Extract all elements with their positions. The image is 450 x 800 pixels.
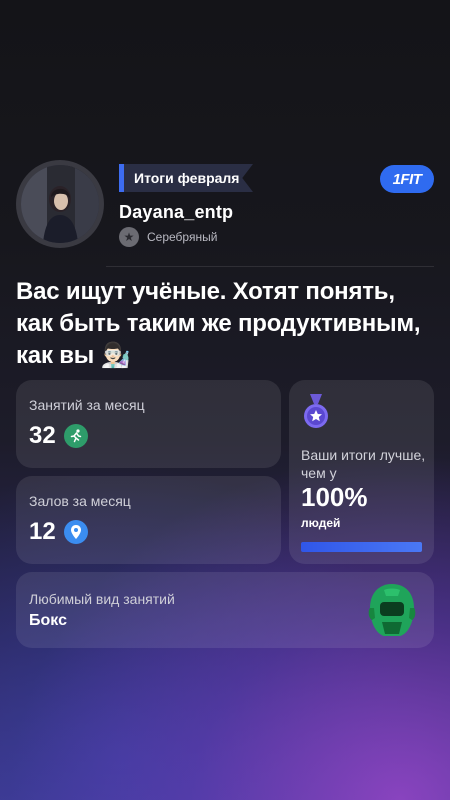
map-pin-icon [63,520,88,544]
results-progress-bar [301,542,422,552]
sessions-value-row: 32 [29,422,88,450]
star-badge-icon [304,394,328,428]
gyms-value: 12 [29,518,56,545]
results-people: людей [301,516,341,530]
gyms-card: Залов за месяц 12 [16,476,281,564]
boxing-helmet-icon [368,584,416,636]
divider [106,266,434,267]
favorite-activity-card: Любимый вид занятий Бокс [16,572,434,648]
avatar[interactable] [16,160,104,248]
username: Dayana_entp [119,202,234,222]
results-card: Ваши итоги лучше, чем у 100% людей [289,380,434,564]
gyms-value-row: 12 [29,518,88,546]
rank-badge: ★ Серебряный [119,227,217,247]
favorite-value: Бокс [29,612,67,629]
star-icon: ★ [119,227,139,247]
results-percent: 100% [301,482,368,512]
headline: Вас ищут учёные. Хотят понять, как быть … [16,278,421,369]
gyms-title: Залов за месяц [29,493,131,509]
brand-logo: 1FIT [380,165,434,193]
avatar-photo [21,165,99,243]
profile-header: Итоги февраля Dayana_entp ★ Серебряный 1… [16,160,434,250]
rank-label: Серебряный [147,230,218,244]
sessions-title: Занятий за месяц [29,397,145,413]
sessions-value: 32 [29,422,56,449]
sessions-card: Занятий за месяц 32 [16,380,281,468]
results-text: Ваши итоги лучше, чем у [301,447,426,481]
favorite-title: Любимый вид занятий [29,591,175,607]
results-progress-fill [301,542,422,552]
month-summary-label: Итоги февраля [119,164,253,192]
running-icon [63,424,88,448]
